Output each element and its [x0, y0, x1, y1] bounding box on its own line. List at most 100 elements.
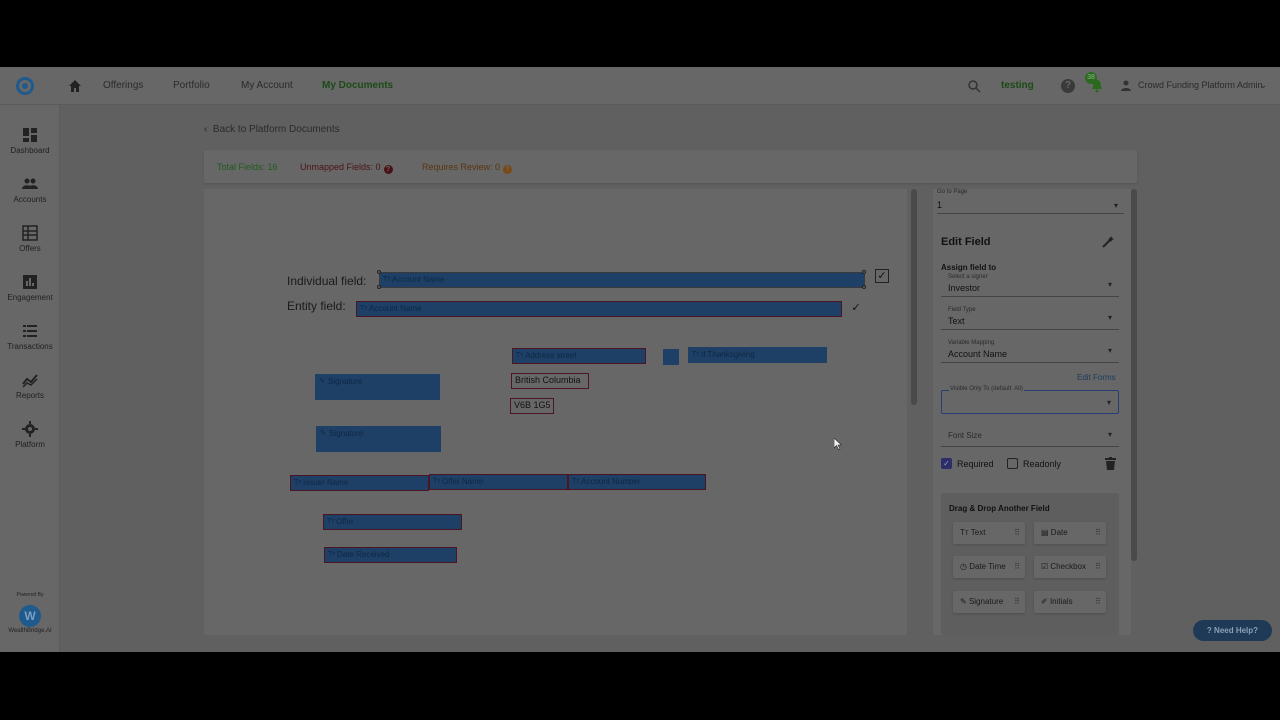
chip-initials[interactable]: ✐ Initials ⠿	[1034, 591, 1106, 613]
need-help-button[interactable]: ? Need Help?	[1193, 620, 1272, 641]
review-label: Requires Review: 0	[422, 162, 501, 172]
drag-drop-title: Drag & Drop Another Field	[949, 504, 1050, 513]
field-signature-1[interactable]: ✎ Signature	[315, 374, 440, 400]
panel-scrollbar[interactable]	[1131, 189, 1137, 561]
readonly-label: Readonly	[1023, 459, 1062, 469]
drag-handle-icon[interactable]: ⠿	[1095, 522, 1101, 544]
field-province[interactable]: British Columbia	[511, 373, 589, 389]
nav-portfolio[interactable]: Portfolio	[173, 80, 210, 91]
top-nav: Offerings Portfolio My Account My Docume…	[0, 67, 1280, 105]
drag-handle-icon[interactable]: ⠿	[1095, 591, 1101, 613]
field-label: Account Name	[369, 304, 422, 313]
field-issuer-name[interactable]: Tт Issuer Name	[290, 475, 429, 491]
chevron-left-icon: ‹	[204, 124, 208, 135]
brand-logo: W	[19, 605, 41, 627]
sidebar-item-offers[interactable]: Offers	[0, 225, 60, 253]
chevron-down-icon[interactable]: ▾	[1114, 201, 1118, 210]
assign-field-label: Assign field to	[941, 263, 997, 272]
signer-select[interactable]: Select a signer Investor ▾	[941, 273, 1119, 297]
sidebar-item-platform[interactable]: Platform	[0, 421, 60, 449]
search-icon[interactable]	[967, 79, 981, 93]
drag-handle-icon[interactable]: ⠿	[1014, 522, 1020, 544]
field-label: Signature	[329, 429, 364, 438]
notification-badge: 38	[1085, 72, 1097, 84]
sidebar-item-dashboard[interactable]: Dashboard	[0, 127, 60, 155]
unmapped-label: Unmapped Fields: 0	[300, 162, 381, 172]
checkbox-icon: ✓	[851, 302, 861, 314]
readonly-checkbox[interactable]	[1007, 458, 1018, 469]
chevron-down-icon: ▾	[1106, 398, 1111, 407]
sidebar-item-accounts[interactable]: Accounts	[0, 176, 60, 204]
calendar-icon: ▤	[1041, 528, 1049, 537]
chip-text[interactable]: Tт Text ⠿	[953, 522, 1025, 544]
tenant-name[interactable]: testing	[1001, 80, 1034, 91]
app-frame: Offerings Portfolio My Account My Docume…	[0, 67, 1280, 652]
field-account-name-entity[interactable]: Tт Account Name	[356, 301, 842, 317]
text-type-icon: Tт	[960, 528, 969, 537]
field-holiday[interactable]: Tт If Thanksgiving	[688, 347, 827, 363]
back-link[interactable]: ‹ Back to Platform Documents	[204, 124, 340, 135]
resize-handle[interactable]	[377, 270, 381, 274]
goto-page-label: Go to Page	[937, 189, 968, 195]
resize-handle[interactable]	[862, 285, 866, 289]
drag-handle-icon[interactable]: ⠿	[1014, 556, 1020, 578]
nav-my-documents[interactable]: My Documents	[322, 80, 393, 91]
nav-offerings[interactable]: Offerings	[103, 80, 143, 91]
help-icon[interactable]: ?	[1061, 79, 1075, 93]
field-signature-2[interactable]: ✎ Signature	[316, 426, 441, 452]
required-checkbox[interactable]: ✓	[941, 458, 952, 469]
document-canvas[interactable]	[204, 189, 907, 635]
field-label: Signature	[328, 377, 363, 386]
user-icon[interactable]	[1120, 79, 1132, 91]
app-logo[interactable]	[16, 77, 34, 95]
field-date-received[interactable]: Tт Date Received	[324, 547, 457, 563]
home-icon[interactable]	[67, 78, 83, 94]
visible-only-select[interactable]: Visible Only To (default: All) ▾	[941, 386, 1119, 414]
field-account-number[interactable]: Tт Account Number	[568, 474, 706, 490]
trash-icon[interactable]	[1105, 457, 1116, 470]
chip-label: Initials	[1049, 597, 1073, 606]
sidebar-item-engagement[interactable]: Engagement	[0, 274, 60, 302]
gear-icon	[22, 421, 38, 437]
field-offer-name[interactable]: Tт Offer Name	[429, 474, 568, 490]
sidebar-item-transactions[interactable]: Transactions	[0, 323, 60, 351]
chip-date-time[interactable]: ◷ Date Time ⠿	[953, 556, 1025, 578]
field-stats-bar: Total Fields: 16 Unmapped Fields: 0? Req…	[204, 150, 1137, 183]
sidebar-item-label: Reports	[15, 391, 44, 400]
chip-signature[interactable]: ✎ Signature ⠿	[953, 591, 1025, 613]
chevron-down-icon[interactable]: ⌄	[1259, 80, 1267, 91]
unmapped-info-icon[interactable]: ?	[383, 165, 393, 174]
chip-date[interactable]: ▤ Date ⠿	[1034, 522, 1106, 544]
drag-handle-icon[interactable]: ⠿	[1095, 556, 1101, 578]
field-offer[interactable]: Tт Offer	[323, 514, 462, 530]
chevron-down-icon: ▾	[1107, 313, 1112, 322]
dashboard-icon	[23, 128, 37, 142]
canvas-scrollbar[interactable]	[911, 189, 917, 405]
magic-wand-icon[interactable]	[1101, 236, 1114, 249]
sidebar-item-label: Accounts	[13, 195, 47, 204]
powered-by-label: Powered By	[16, 592, 44, 598]
review-info-icon[interactable]: ?	[503, 165, 513, 174]
sidebar-item-reports[interactable]: Reports	[0, 372, 60, 400]
transactions-icon	[23, 325, 37, 337]
resize-handle[interactable]	[377, 285, 381, 289]
drag-handle-icon[interactable]: ⠿	[1014, 591, 1020, 613]
field-empty[interactable]	[663, 349, 679, 365]
chevron-down-icon: ▾	[1107, 280, 1112, 289]
field-account-name-individual[interactable]: Tт Account Name	[379, 272, 865, 288]
variable-mapping-select[interactable]: Variable Mapping Account Name ▾	[941, 339, 1119, 363]
field-address-street[interactable]: Tт Address street	[512, 348, 646, 364]
chip-label: Text	[970, 528, 986, 537]
field-label: Account Name	[392, 275, 445, 284]
edit-forms-link[interactable]: Edit Forms	[1077, 373, 1116, 382]
chip-checkbox[interactable]: ☑ Checkbox ⠿	[1034, 556, 1106, 578]
field-postal-code[interactable]: V6B 1G5	[510, 398, 554, 414]
mouse-cursor-icon	[834, 438, 842, 450]
nav-my-account[interactable]: My Account	[241, 80, 293, 91]
goto-page-select[interactable]: 1	[937, 200, 942, 210]
field-type-select[interactable]: Field Type Text ▾	[941, 306, 1119, 330]
total-fields-stat: Total Fields: 16	[217, 162, 278, 172]
font-size-select[interactable]: Font Size ▾	[941, 423, 1119, 447]
user-name[interactable]: Crowd Funding Platform Admin	[1138, 80, 1263, 90]
resize-handle[interactable]	[862, 270, 866, 274]
